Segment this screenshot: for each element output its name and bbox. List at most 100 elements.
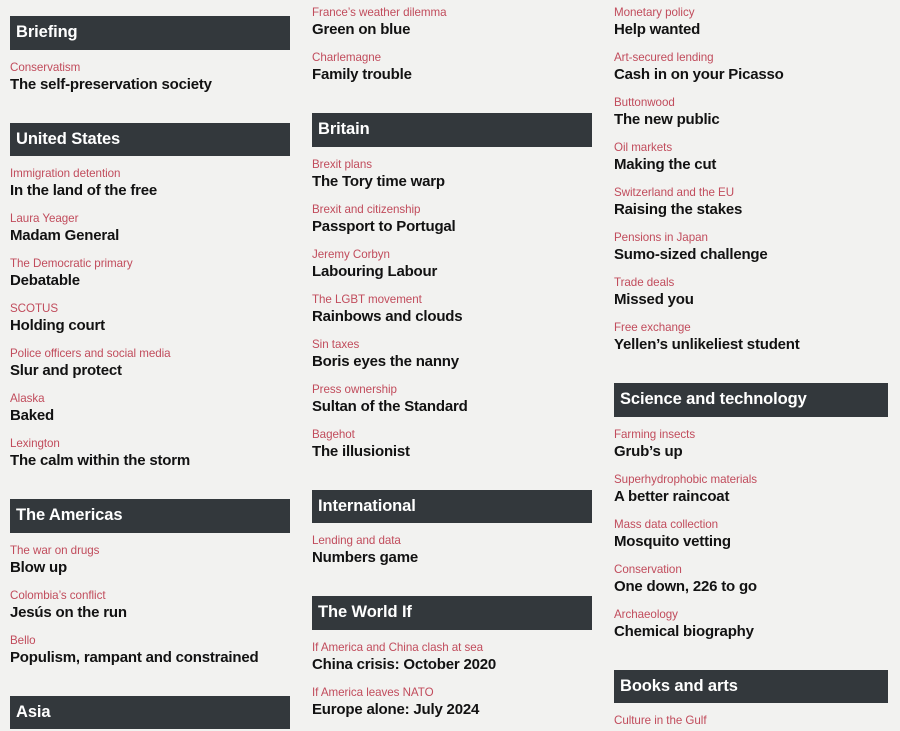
- list-item[interactable]: Buttonwood The new public: [614, 95, 888, 129]
- column-left: Briefing Conservatism The self-preservat…: [0, 0, 302, 731]
- article-kicker: Conservation: [614, 562, 682, 576]
- article-headline: Making the cut: [614, 156, 717, 173]
- article-kicker: Switzerland and the EU: [614, 186, 735, 199]
- list-item[interactable]: Brexit plans The Tory time warp: [312, 157, 592, 191]
- section-united-states: United States Immigration detention In t…: [10, 122, 290, 471]
- list-item[interactable]: Lending and data Numbers game: [312, 533, 592, 567]
- article-kicker: Archaeology: [614, 607, 678, 621]
- article-headline: The calm within the storm: [10, 452, 191, 469]
- list-item[interactable]: Lexington The calm within the storm: [10, 436, 290, 470]
- list-item[interactable]: Oil markets Making the cut: [614, 140, 888, 174]
- list-item[interactable]: If America and China clash at sea China …: [312, 640, 592, 674]
- section-header: Books and arts: [614, 669, 888, 703]
- list-item[interactable]: Jeremy Corbyn Labouring Labour: [312, 247, 592, 281]
- list-item[interactable]: Superhydrophobic materials A better rain…: [614, 472, 888, 506]
- contents-columns: Briefing Conservatism The self-preservat…: [0, 0, 900, 731]
- article-headline: The self-preservation society: [10, 75, 212, 93]
- article-kicker: Free exchange: [614, 321, 691, 334]
- article-kicker: Trade deals: [614, 276, 675, 289]
- section-header: The World If: [312, 596, 592, 630]
- article-headline: Family trouble: [312, 66, 412, 83]
- list-item[interactable]: Art-secured lending Cash in on your Pica…: [614, 50, 888, 84]
- article-kicker: The war on drugs: [10, 543, 100, 557]
- article-kicker: The Democratic primary: [10, 257, 133, 270]
- section-the-americas: The Americas The war on drugs Blow up Co…: [10, 499, 290, 667]
- list-item[interactable]: Mass data collection Mosquito vetting: [614, 517, 888, 551]
- list-item[interactable]: Conservatism The self-preservation socie…: [10, 60, 290, 94]
- article-headline: In the land of the free: [10, 182, 158, 199]
- article-kicker: Mass data collection: [614, 517, 719, 531]
- article-kicker: If America and China clash at sea: [312, 640, 484, 654]
- list-item[interactable]: The war on drugs Blow up: [10, 543, 290, 577]
- article-headline: Sumo-sized challenge: [614, 246, 768, 263]
- list-item[interactable]: Monetary policy Help wanted: [614, 5, 888, 39]
- list-item[interactable]: Farming insects Grub’s up: [614, 427, 888, 461]
- article-headline: The Tory time warp: [312, 172, 445, 190]
- article-kicker: Pensions in Japan: [614, 231, 708, 244]
- article-headline: A better raincoat: [614, 487, 730, 505]
- list-item[interactable]: Bagehot The illusionist: [312, 427, 592, 461]
- list-item[interactable]: Press ownership Sultan of the Standard: [312, 382, 592, 416]
- list-item[interactable]: France’s weather dilemma Green on blue: [312, 5, 592, 39]
- article-kicker: Conservatism: [10, 60, 81, 74]
- article-headline: Baked: [10, 407, 55, 424]
- list-item[interactable]: Sin taxes Boris eyes the nanny: [312, 337, 592, 371]
- list-item[interactable]: Archaeology Chemical biography: [614, 607, 888, 641]
- article-kicker: France’s weather dilemma: [312, 6, 447, 19]
- section-briefing: Briefing Conservatism The self-preservat…: [10, 16, 290, 94]
- article-headline: Grub’s up: [614, 442, 683, 460]
- list-item[interactable]: Immigration detention In the land of the…: [10, 166, 290, 200]
- article-kicker: Laura Yeager: [10, 212, 79, 225]
- section-books-and-arts: Books and arts Culture in the Gulf: [614, 669, 888, 729]
- section-britain: Britain Brexit plans The Tory time warp …: [312, 113, 592, 461]
- article-kicker: Lexington: [10, 437, 60, 450]
- list-item[interactable]: Culture in the Gulf: [614, 713, 888, 728]
- column-right: Monetary policy Help wanted Art-secured …: [604, 0, 900, 731]
- list-item[interactable]: Bello Populism, rampant and constrained: [10, 633, 290, 667]
- list-item[interactable]: The Democratic primary Debatable: [10, 256, 290, 290]
- article-headline: Sultan of the Standard: [312, 397, 468, 415]
- list-item[interactable]: Trade deals Missed you: [614, 275, 888, 309]
- list-item[interactable]: Charlemagne Family trouble: [312, 50, 592, 84]
- article-kicker: Culture in the Gulf: [614, 714, 707, 727]
- section-europe-continued: France’s weather dilemma Green on blue C…: [312, 5, 592, 84]
- section-header: Briefing: [10, 16, 290, 50]
- article-headline: Labouring Labour: [312, 262, 438, 280]
- list-item[interactable]: Free exchange Yellen’s unlikeliest stude…: [614, 320, 888, 354]
- article-headline: Rainbows and clouds: [312, 307, 463, 325]
- list-item[interactable]: The LGBT movement Rainbows and clouds: [312, 292, 592, 326]
- article-headline: The illusionist: [312, 442, 410, 460]
- contents-page: Briefing Conservatism The self-preservat…: [0, 0, 900, 731]
- list-item[interactable]: Switzerland and the EU Raising the stake…: [614, 185, 888, 219]
- list-item[interactable]: Police officers and social media Slur an…: [10, 346, 290, 380]
- list-item[interactable]: SCOTUS Holding court: [10, 301, 290, 335]
- section-header: The Americas: [10, 499, 290, 533]
- list-item[interactable]: Alaska Baked: [10, 391, 290, 425]
- article-headline: Jesús on the run: [10, 603, 127, 621]
- article-headline: Raising the stakes: [614, 201, 743, 218]
- article-headline: Help wanted: [614, 21, 701, 38]
- article-kicker: Farming insects: [614, 427, 696, 441]
- article-headline: One down, 226 to go: [614, 577, 757, 595]
- list-item[interactable]: Brexit and citizenship Passport to Portu…: [312, 202, 592, 236]
- list-item[interactable]: Pensions in Japan Sumo-sized challenge: [614, 230, 888, 264]
- list-item[interactable]: Conservation One down, 226 to go: [614, 562, 888, 596]
- section-header: Britain: [312, 113, 592, 147]
- list-item[interactable]: Colombia’s conflict Jesús on the run: [10, 588, 290, 622]
- article-headline: Boris eyes the nanny: [312, 352, 459, 370]
- section-header: Asia: [10, 695, 290, 729]
- list-item[interactable]: If America leaves NATO Europe alone: Jul…: [312, 685, 592, 719]
- article-headline: Missed you: [614, 291, 694, 308]
- article-kicker: Police officers and social media: [10, 347, 171, 360]
- article-kicker: Bello: [10, 633, 36, 647]
- article-kicker: Brexit and citizenship: [312, 202, 421, 216]
- article-kicker: SCOTUS: [10, 302, 59, 315]
- section-science-and-technology: Science and technology Farming insects G…: [614, 383, 888, 641]
- article-headline: Numbers game: [312, 549, 418, 566]
- list-item[interactable]: Laura Yeager Madam General: [10, 211, 290, 245]
